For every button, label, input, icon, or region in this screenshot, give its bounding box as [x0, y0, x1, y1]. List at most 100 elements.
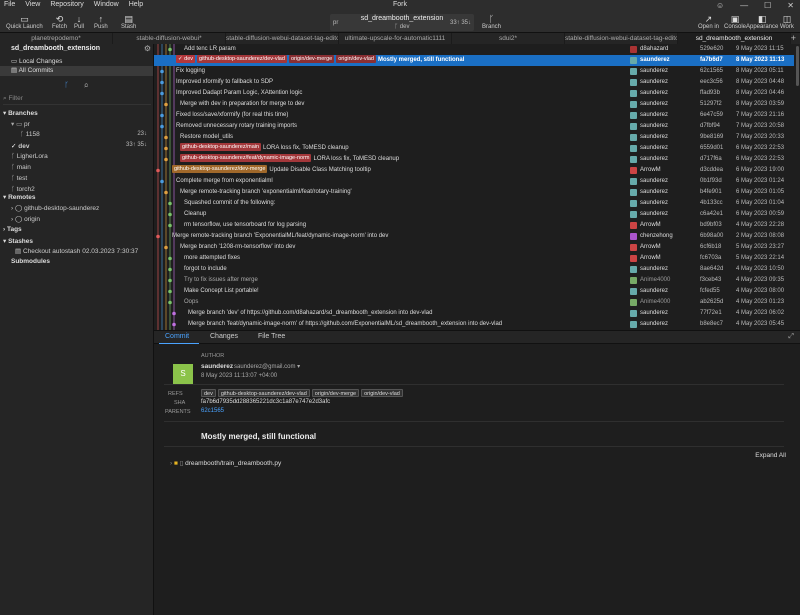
stash-button[interactable]: ▤ Stash — [121, 14, 136, 30]
repository-selector[interactable]: pr sd_dreambooth_extension ᚴ dev 33↑ 35↓ — [330, 14, 474, 31]
branch-item[interactable]: ᚴ main — [11, 164, 150, 171]
branch-item[interactable]: ᚴ torch2 — [11, 186, 150, 193]
work-icon: ◫ — [782, 14, 792, 24]
tab-0[interactable]: planetrepodemo* — [0, 33, 113, 44]
ref-badge[interactable]: github-desktop-saunderez/dev-vlad — [197, 55, 287, 64]
commit-row[interactable]: ✓ dev github-desktop-saunderez/dev-vlad or… — [154, 55, 794, 66]
submodules-section[interactable]: Submodules — [11, 258, 50, 265]
minimize-button[interactable]: — — [740, 1, 748, 10]
commit-row[interactable]: Merge branch '1208-rm-tensorflow' into d… — [154, 242, 794, 253]
commit-message: Make Concept List portable! — [184, 288, 259, 294]
sidebar-filter-input[interactable]: ⌕ Filter — [3, 95, 151, 105]
search-icon[interactable]: ⌕ — [84, 82, 88, 89]
remote-origin[interactable]: › ◯ origin — [11, 215, 40, 223]
work-button[interactable]: ◫ Work — [780, 14, 794, 30]
branches-section[interactable]: ▾ Branches — [3, 109, 38, 117]
changed-file-item[interactable]: › ■ ▯ dreambooth/train_dreambooth.py — [170, 459, 281, 467]
branch-item[interactable]: ᚴ 1158 23↓ — [20, 131, 150, 138]
ref-badge[interactable]: origin/dev-merge — [288, 55, 335, 64]
branch-filter-icon[interactable]: ᚴ — [65, 82, 69, 89]
commit-row[interactable]: Make Concept List portable! saunderez fcfe… — [154, 286, 794, 297]
tab-1[interactable]: stable-diffusion-webui* — [113, 33, 226, 44]
tab-6[interactable]: sd_dreambooth_extension — [678, 33, 791, 44]
commit-row[interactable]: more attempted fixes ArrowM fc6703a 5 May 2… — [154, 253, 794, 264]
ref-badge[interactable]: github-desktop-saunderez/dev-merge — [172, 165, 268, 174]
commit-row[interactable]: github-desktop-saunderez/dev-merge Update… — [154, 165, 794, 176]
commit-date: 7 May 2023 21:16 — [736, 112, 785, 118]
commit-row[interactable]: Restore model_utils saunderez 9be8169 7 May… — [154, 132, 794, 143]
commit-row[interactable]: Add tenc LR param d8ahazard 529e620 9 May 2… — [154, 44, 794, 55]
detail-ref-badge[interactable]: dev — [201, 389, 216, 397]
quick-launch-button[interactable]: ▭ Quick Launch — [6, 14, 43, 30]
tab-file-tree[interactable]: File Tree — [258, 333, 285, 340]
commit-row[interactable]: Merge branch 'feat/dynamic-image-norm' o… — [154, 319, 794, 330]
fetch-button[interactable]: ⟲ Fetch — [52, 14, 67, 30]
ref-badge[interactable]: github-desktop-saunderez/feat/dynamic-im… — [180, 154, 312, 163]
commit-row[interactable]: Removed unnecessary rotary training impo… — [154, 121, 794, 132]
gear-icon[interactable]: ⚙ — [144, 44, 151, 53]
ref-badge[interactable]: ✓ dev — [176, 55, 196, 64]
account-icon[interactable]: ☺ — [716, 1, 724, 10]
maximize-button[interactable]: ☐ — [764, 1, 771, 10]
sidebar-item-all-commits[interactable]: ▤ All Commits — [0, 66, 153, 76]
sidebar-item-local-changes[interactable]: ▭ Local Changes — [11, 57, 62, 65]
commit-row[interactable]: Merge branch 'dev' of https://github.com… — [154, 308, 794, 319]
commit-row[interactable]: Fix logging saunderez 62c1565 8 May 2023 05… — [154, 66, 794, 77]
commit-row[interactable]: Fixed loss/save/xformify (for real this … — [154, 110, 794, 121]
branch-item[interactable]: ▾ ▭ pr — [11, 120, 150, 128]
tab-4[interactable]: sdui2* — [452, 33, 565, 44]
commit-list-scrollbar[interactable] — [796, 46, 799, 86]
commit-row[interactable]: Oops Anime4000 ab2625d 4 May 2023 01:23 — [154, 297, 794, 308]
add-tab-button[interactable]: + — [791, 33, 796, 44]
commit-row[interactable]: Squashed commit of the following: saunder… — [154, 198, 794, 209]
open-in-button[interactable]: ↗ Open in — [698, 14, 719, 30]
commit-row[interactable]: Merge with dev in preparation for merge … — [154, 99, 794, 110]
commit-row[interactable]: Improved xformify to fallback to SDP saun… — [154, 77, 794, 88]
console-button[interactable]: ▣ Console — [724, 14, 746, 30]
commit-row[interactable]: github-desktop-saunderez/main LORA loss f… — [154, 143, 794, 154]
chevron-right-icon: › — [170, 460, 173, 467]
expand-all-button[interactable]: Expand All — [755, 452, 786, 459]
parent-link[interactable]: 62c1565 — [201, 408, 224, 414]
tags-section[interactable]: › Tags — [3, 226, 22, 233]
commit-row[interactable]: Cleanup saunderez c6a42e1 6 May 2023 00:59 — [154, 209, 794, 220]
commit-row[interactable]: github-desktop-saunderez/feat/dynamic-im… — [154, 154, 794, 165]
detail-ref-badge[interactable]: origin/dev-vlad — [361, 389, 403, 397]
author-email[interactable]: saunderez@gmail.com ▾ — [234, 363, 300, 370]
push-button[interactable]: ↑ Push — [94, 14, 108, 30]
commit-list[interactable]: Add tenc LR param d8ahazard 529e620 9 May 2… — [154, 44, 800, 330]
branch-item[interactable]: ᚴ LigherLora — [11, 153, 150, 160]
detail-ref-badge[interactable]: github-desktop-saunderez/dev-vlad — [217, 389, 310, 397]
commit-row[interactable]: forgot to include saunderez 8ae642d 4 May 2… — [154, 264, 794, 275]
popout-icon[interactable]: ⤢ — [788, 333, 794, 341]
remote-github-desktop-saunderez[interactable]: › ◯ github-desktop-saunderez — [11, 204, 99, 212]
stash-item[interactable]: ▤ Checkout autostash 02.03.2023 7:30:37 — [15, 247, 138, 255]
commit-row[interactable]: rm tensorflow, use tensorboard for log p… — [154, 220, 794, 231]
pull-button[interactable]: ↓ Pull — [74, 14, 84, 30]
tab-5[interactable]: stable-diffusion-webui-dataset-tag-edito… — [565, 33, 678, 44]
commit-row[interactable]: Try to fix issues after merge Anime4000 f3… — [154, 275, 794, 286]
branch-item[interactable]: ✓ dev 33↑ 35↓ — [11, 142, 150, 150]
commit-message-cell: Oops — [184, 297, 624, 308]
branch-button[interactable]: ᚴ Branch — [482, 14, 501, 30]
stashes-label: Stashes — [8, 238, 34, 245]
close-button[interactable]: ✕ — [787, 1, 794, 10]
remotes-section[interactable]: ▾ Remotes — [3, 193, 36, 201]
tab-changes[interactable]: Changes — [210, 333, 238, 340]
stashes-section[interactable]: ▾ Stashes — [3, 237, 33, 245]
tab-2[interactable]: stable-diffusion-webui-dataset-tag-edito… — [226, 33, 339, 44]
avatar — [630, 233, 637, 240]
push-label: Push — [94, 24, 108, 30]
commit-row[interactable]: Merge remote-tracking branch 'exponentia… — [154, 187, 794, 198]
ref-badge[interactable]: origin/dev-vlad — [336, 55, 376, 64]
commit-row[interactable]: Improved Dadapt Param Logic, XAttention … — [154, 88, 794, 99]
branch-item[interactable]: ᚴ test — [11, 175, 150, 182]
appearance-button[interactable]: ◧ Appearance — [746, 14, 778, 30]
commit-row[interactable]: Complete merge from exponentialml saunder… — [154, 176, 794, 187]
commit-row[interactable]: Merge remote-tracking branch 'Exponentia… — [154, 231, 794, 242]
ref-badge[interactable]: github-desktop-saunderez/main — [180, 143, 262, 152]
tab-3[interactable]: ultimate-upscale-for-automatic1111 — [339, 33, 452, 44]
tab-commit[interactable]: Commit — [165, 333, 189, 340]
detail-ref-badge[interactable]: origin/dev-merge — [311, 389, 360, 397]
avatar — [630, 156, 637, 163]
